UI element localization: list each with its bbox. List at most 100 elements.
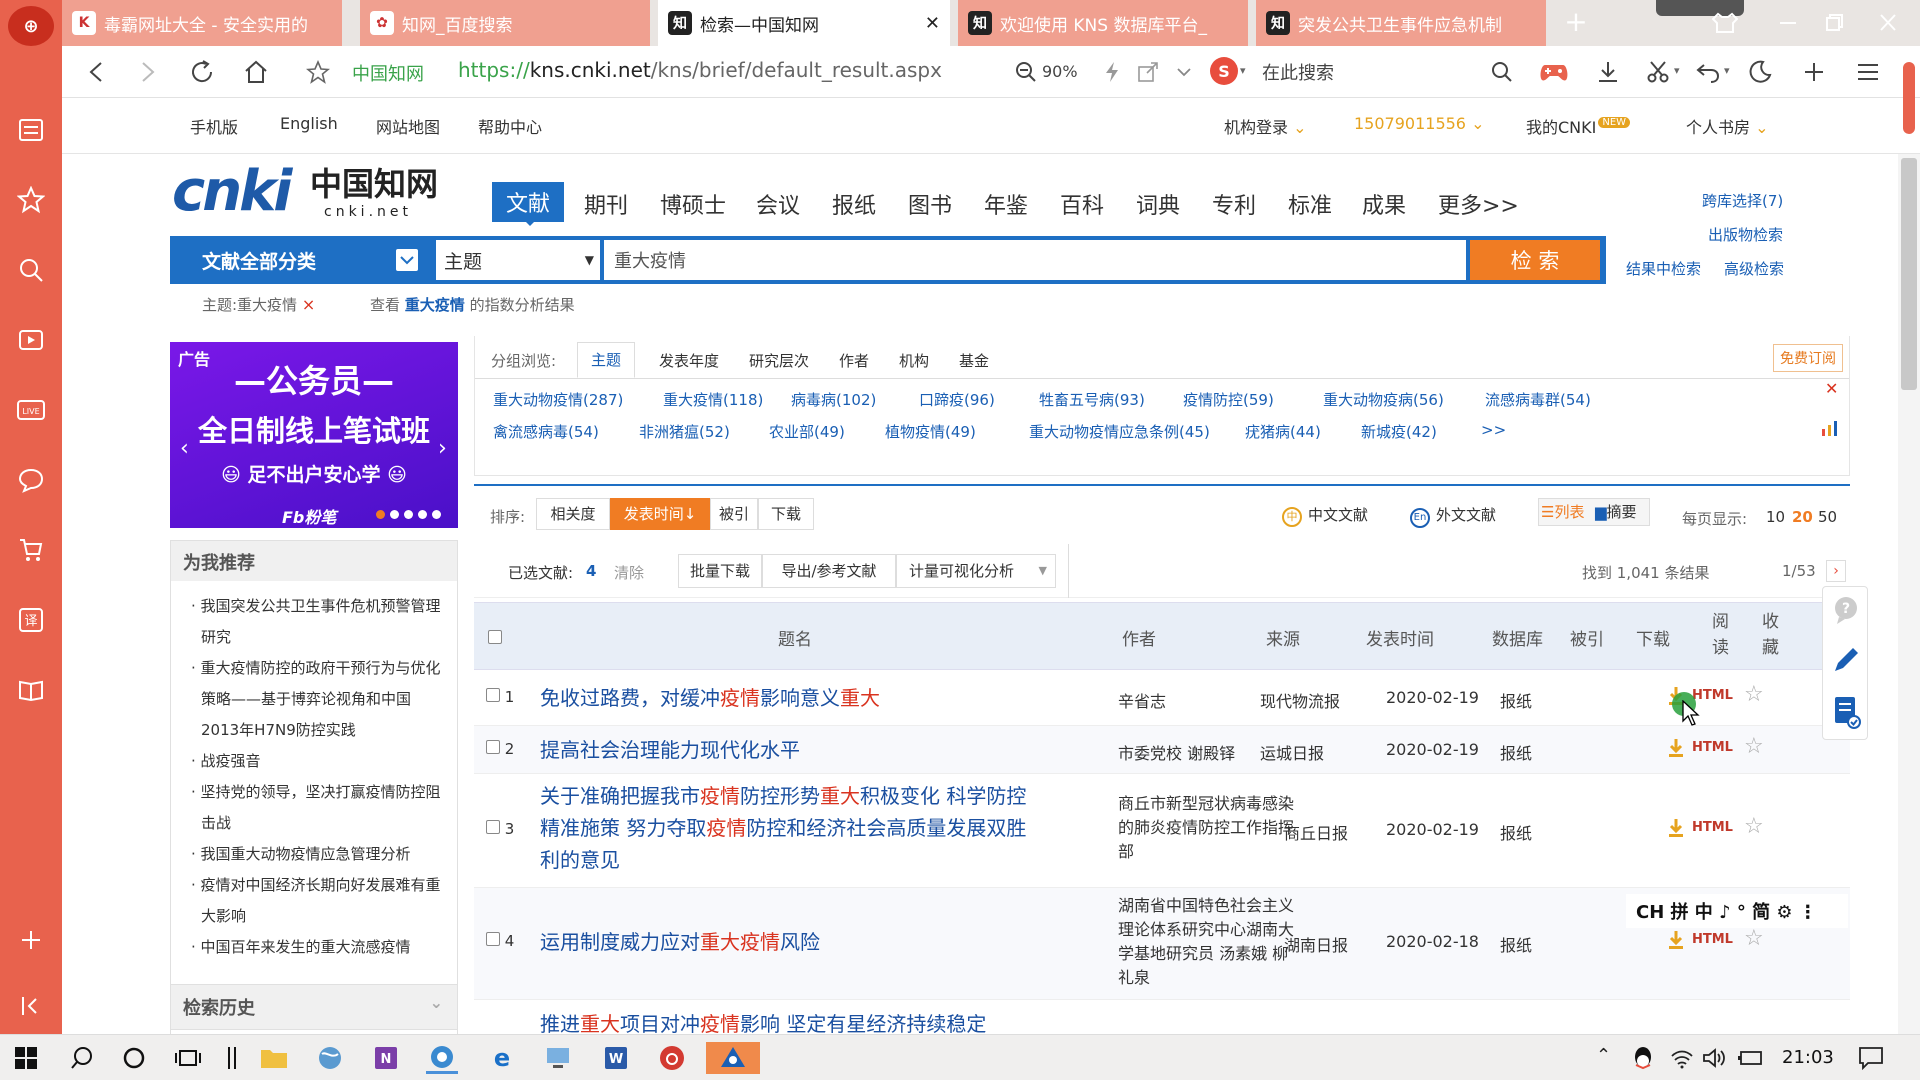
clock[interactable]: 21:03 [1782, 1047, 1834, 1068]
add-icon[interactable] [15, 924, 47, 956]
index-analysis-link[interactable]: 重大疫情 [405, 296, 465, 314]
chat-icon[interactable] [15, 464, 47, 496]
sort-cited[interactable]: 被引 [710, 498, 758, 530]
volume-icon[interactable] [1702, 1047, 1726, 1073]
ad-next-icon[interactable]: › [438, 436, 447, 461]
tab-kns[interactable]: 知欢迎使用 KNS 数据库平台_ [958, 0, 1248, 46]
qq-icon[interactable] [1632, 1045, 1654, 1071]
close-icon[interactable]: ✕ [925, 13, 940, 34]
row-author[interactable]: 市委党校 谢殿铎 [1118, 740, 1235, 764]
search-history-header[interactable]: 检索历史 ⌄ [170, 984, 458, 1030]
window-close-icon[interactable] [1876, 12, 1900, 34]
sitemap-link[interactable]: 网站地图 [376, 114, 440, 138]
zoom-level[interactable]: 90% [1042, 62, 1078, 81]
row-source[interactable]: 现代物流报 [1260, 688, 1340, 712]
search-input[interactable]: 重大疫情 [604, 240, 1466, 280]
group-item[interactable]: 重大动物疫病(56) [1323, 389, 1444, 410]
col-source[interactable]: 来源 [1266, 625, 1300, 650]
per-page-10[interactable]: 10 [1766, 508, 1785, 526]
search-button[interactable]: 检 索 [1470, 240, 1600, 280]
user-account-link[interactable]: 15079011556 ⌄ [1354, 114, 1484, 133]
recommend-item[interactable]: · 我国突发公共卫生事件危机预警管理研究 [185, 591, 447, 653]
recommend-item[interactable]: · 我国重大动物疫情应急管理分析 [185, 839, 447, 870]
search-icon[interactable] [1488, 56, 1516, 88]
html-read-link[interactable]: HTML [1692, 932, 1733, 947]
row-author[interactable]: 辛省志 [1118, 688, 1166, 712]
col-cited[interactable]: 被引 [1570, 625, 1604, 650]
favorite-star-icon[interactable]: ☆ [1744, 734, 1764, 759]
new-tab-button[interactable]: + [1556, 4, 1596, 42]
wifi-icon[interactable] [1670, 1047, 1694, 1073]
row-title-link[interactable]: 推进重大项目对冲疫情影响 坚定有星经济持续稳定 [540, 1008, 1040, 1034]
share-icon[interactable] [1134, 56, 1162, 88]
recommend-item[interactable]: · 疫情对中国经济长期向好发展难有重大影响 [185, 870, 447, 932]
publication-search-link[interactable]: 出版物检索 [1708, 224, 1783, 245]
nav-chengguo[interactable]: 成果 [1362, 188, 1406, 220]
notification-icon[interactable] [1858, 1046, 1884, 1074]
ad-banner[interactable]: 广告 —公务员— 全日制线上笔试班 😃 足不出户安心学 😃 ‹ › Fb粉笔 [170, 342, 458, 528]
book-icon[interactable] [15, 674, 47, 706]
gamepad-icon[interactable] [1538, 56, 1570, 88]
computer-icon[interactable] [542, 1042, 574, 1074]
scissors-icon[interactable] [1642, 56, 1674, 88]
notes-icon[interactable] [15, 114, 47, 146]
file-explorer-icon[interactable] [258, 1042, 290, 1074]
row-title-link[interactable]: 运用制度威力应对重大疫情风险 [540, 926, 1040, 958]
help-link[interactable]: 帮助中心 [478, 114, 542, 138]
nav-huiyi[interactable]: 会议 [756, 188, 800, 220]
avatar[interactable]: ⊕ [8, 6, 54, 46]
favorite-star-icon[interactable]: ☆ [1744, 926, 1764, 951]
globe-app-icon[interactable] [314, 1042, 346, 1074]
favorite-star-icon[interactable]: ☆ [1744, 814, 1764, 839]
group-item[interactable]: 植物疫情(49) [885, 421, 976, 442]
ad-dot[interactable] [432, 510, 441, 519]
col-database[interactable]: 数据库 [1492, 625, 1543, 650]
download-icon[interactable] [1592, 56, 1624, 88]
group-item[interactable]: 农业部(49) [769, 421, 845, 442]
sort-relevance[interactable]: 相关度 [536, 498, 610, 530]
minimize-icon[interactable] [1776, 12, 1800, 34]
search-box[interactable]: 在此搜索 [1262, 59, 1334, 85]
active-app-icon[interactable] [706, 1042, 760, 1074]
forward-icon[interactable] [132, 56, 164, 88]
home-icon[interactable] [240, 56, 272, 88]
row-checkbox[interactable]: 2 [486, 740, 514, 758]
group-item[interactable]: 疫情防控(59) [1183, 389, 1274, 410]
word-icon[interactable]: W [600, 1042, 632, 1074]
nav-tushu[interactable]: 图书 [908, 188, 952, 220]
group-item[interactable]: 非洲猪瘟(52) [639, 421, 730, 442]
task-view-icon[interactable] [172, 1042, 204, 1074]
row-checkbox[interactable]: 1 [486, 688, 514, 706]
collapse-sidebar-icon[interactable] [15, 990, 47, 1022]
tab-duba[interactable]: K 毒霸网址大全 - 安全实用的 [62, 0, 342, 46]
group-more-link[interactable]: >> [1481, 421, 1506, 439]
bookmark-star-icon[interactable] [302, 56, 334, 88]
sort-date[interactable]: 发表时间↓ [610, 498, 710, 530]
group-item[interactable]: 禽流感病毒(54) [493, 421, 599, 442]
search-icon[interactable] [15, 254, 47, 286]
download-icon[interactable] [1668, 930, 1684, 954]
lightning-icon[interactable] [1100, 56, 1124, 88]
group-item[interactable]: 流感病毒群(54) [1485, 389, 1591, 410]
row-title-link[interactable]: 免收过路费，对缓冲疫情影响意义重大 [540, 682, 940, 714]
recommend-item[interactable]: · 战疫强音 [185, 746, 447, 777]
onenote-icon[interactable]: N [370, 1042, 402, 1074]
search-icon[interactable] [66, 1042, 98, 1074]
ink-icon[interactable] [216, 1042, 248, 1074]
group-item[interactable]: 新城疫(42) [1361, 421, 1437, 442]
export-button[interactable]: 导出/参考文献 [762, 554, 896, 588]
tab-emergency[interactable]: 知突发公共卫生事件应急机制 [1256, 0, 1546, 46]
clear-selection-link[interactable]: 清除 [614, 562, 644, 583]
restore-icon[interactable] [1822, 12, 1846, 34]
undo-icon[interactable] [1692, 56, 1724, 88]
group-item[interactable]: 重大疫情(118) [663, 389, 763, 410]
night-mode-icon[interactable] [1744, 56, 1776, 88]
nav-baike[interactable]: 百科 [1060, 188, 1104, 220]
category-select[interactable]: 文献全部分类 [170, 236, 432, 284]
html-read-link[interactable]: HTML [1692, 820, 1733, 835]
group-item[interactable]: 重大动物疫情(287) [493, 389, 623, 410]
recommend-item[interactable]: · 中国百年来发生的重大流感疫情 [185, 932, 447, 963]
chevron-down-icon[interactable]: ⌄ [430, 993, 443, 1012]
field-select[interactable]: 主题 ▼ [436, 240, 600, 280]
row-source[interactable]: 运城日报 [1260, 740, 1324, 764]
